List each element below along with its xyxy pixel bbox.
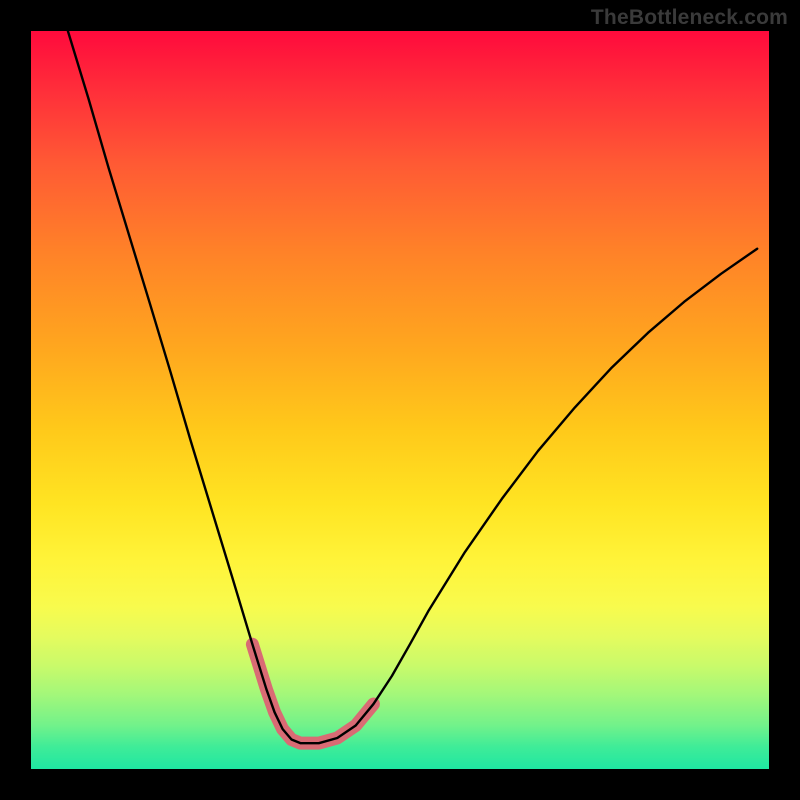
bottleneck-valley-highlight [252, 644, 373, 743]
chart-frame: TheBottleneck.com [0, 0, 800, 800]
chart-plot-area [31, 31, 769, 769]
bottleneck-curve [68, 31, 757, 743]
watermark-text: TheBottleneck.com [591, 6, 788, 30]
chart-svg [31, 31, 769, 769]
